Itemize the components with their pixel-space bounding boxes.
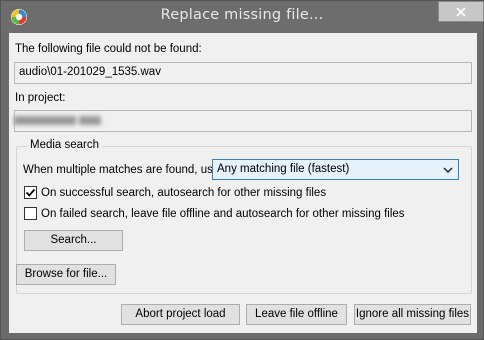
multiple-matches-label: When multiple matches are found, use:	[23, 164, 223, 176]
checkmark-icon	[25, 188, 36, 197]
replace-missing-file-dialog: Replace missing file... The following fi…	[0, 0, 484, 340]
leave-file-offline-button[interactable]: Leave file offline	[246, 304, 347, 325]
title-bar[interactable]: Replace missing file...	[1, 1, 484, 33]
ignore-all-missing-button[interactable]: Ignore all missing files	[354, 304, 471, 325]
autosearch-success-label: On successful search, autosearch for oth…	[41, 186, 327, 199]
autosearch-success-checkbox[interactable]	[24, 186, 37, 199]
abort-project-load-button[interactable]: Abort project load	[121, 304, 240, 325]
chevron-down-icon	[443, 167, 453, 174]
missing-file-field[interactable]: audio\01-201029_1535.wav	[14, 62, 472, 84]
project-label: In project:	[15, 92, 66, 104]
search-button[interactable]: Search...	[24, 230, 123, 251]
autosearch-failed-option[interactable]: On failed search, leave file offline and…	[24, 207, 405, 220]
autosearch-failed-label: On failed search, leave file offline and…	[41, 207, 405, 220]
match-mode-value: Any matching file (fastest)	[217, 163, 350, 175]
match-mode-select[interactable]: Any matching file (fastest)	[212, 159, 459, 180]
close-icon	[456, 6, 466, 17]
media-search-title: Media search	[27, 139, 103, 151]
missing-file-label: The following file could not be found:	[15, 43, 202, 55]
dialog-body: The following file could not be found: a…	[9, 33, 477, 333]
autosearch-failed-checkbox[interactable]	[24, 207, 37, 220]
close-button[interactable]	[438, 1, 484, 22]
redacted-project-name	[14, 113, 120, 127]
window-title: Replace missing file...	[160, 7, 324, 23]
browse-button[interactable]: Browse for file...	[16, 264, 116, 285]
autosearch-success-option[interactable]: On successful search, autosearch for oth…	[24, 186, 326, 199]
